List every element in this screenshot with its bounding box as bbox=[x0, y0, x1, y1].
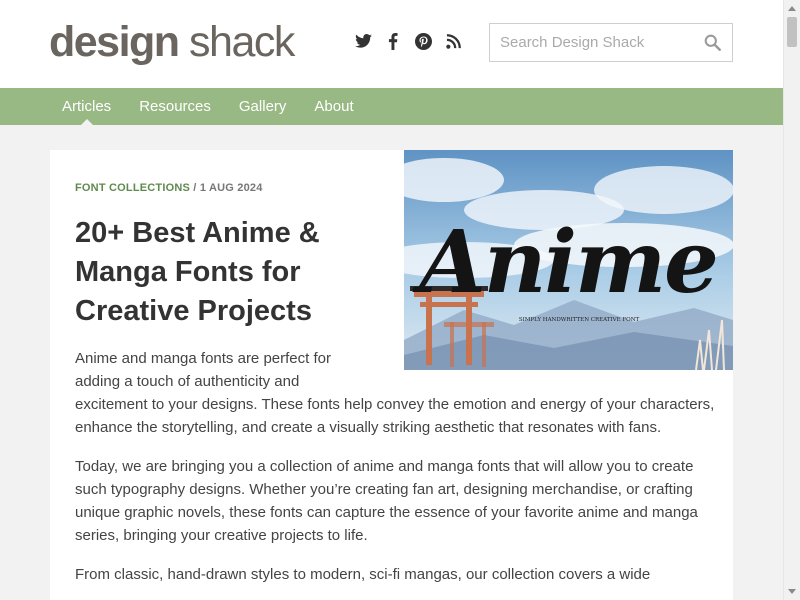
logo-word-shack: shack bbox=[189, 18, 295, 66]
article-body: Anime and manga fonts are perfect for ad… bbox=[75, 347, 715, 600]
article-date: 1 AUG 2024 bbox=[199, 182, 263, 194]
hero-wrap-spacer bbox=[347, 347, 715, 389]
main-nav: Articles Resources Gallery About bbox=[0, 88, 783, 125]
article-hero-image[interactable]: Anime SIMPLY HANDWRITTEN CREATIVE FONT bbox=[404, 150, 733, 370]
twitter-icon[interactable] bbox=[354, 32, 372, 50]
hero-word: Anime bbox=[412, 212, 717, 313]
article-title[interactable]: 20+ Best Anime & Manga Fonts for Creativ… bbox=[75, 214, 375, 331]
social-links bbox=[354, 32, 462, 50]
page-scrollbar[interactable] bbox=[783, 0, 800, 600]
search-box bbox=[489, 23, 733, 62]
article-paragraph: Anime and manga fonts are perfect for ad… bbox=[75, 347, 715, 439]
search-icon[interactable] bbox=[704, 34, 722, 52]
nav-item-articles[interactable]: Articles bbox=[62, 88, 111, 125]
nav-item-gallery[interactable]: Gallery bbox=[239, 88, 287, 125]
search-input[interactable] bbox=[490, 24, 690, 61]
logo-word-design: design bbox=[49, 18, 180, 66]
rss-icon[interactable] bbox=[444, 32, 462, 50]
article-card: Anime SIMPLY HANDWRITTEN CREATIVE FONT F… bbox=[50, 150, 733, 600]
article-category[interactable]: FONT COLLECTIONS bbox=[75, 182, 190, 194]
pinterest-icon[interactable] bbox=[414, 32, 432, 50]
article-paragraph: Today, we are bringing you a collection … bbox=[75, 458, 698, 544]
nav-list: Articles Resources Gallery About bbox=[62, 88, 382, 125]
scrollbar-thumb[interactable] bbox=[787, 17, 797, 47]
scroll-up-arrow-icon[interactable] bbox=[788, 6, 796, 11]
facebook-icon[interactable] bbox=[384, 32, 402, 50]
scroll-down-arrow-icon[interactable] bbox=[788, 589, 796, 594]
article-meta: FONT COLLECTIONS / 1 AUG 2024 bbox=[75, 182, 263, 194]
page: design shack Articles bbox=[0, 0, 783, 600]
site-header: design shack bbox=[0, 0, 783, 88]
nav-item-resources[interactable]: Resources bbox=[139, 88, 211, 125]
nav-item-about[interactable]: About bbox=[314, 88, 353, 125]
site-logo[interactable]: design shack bbox=[49, 18, 295, 66]
article-paragraph: From classic, hand-drawn styles to moder… bbox=[75, 566, 651, 583]
hero-caption: SIMPLY HANDWRITTEN CREATIVE FONT bbox=[519, 317, 640, 323]
